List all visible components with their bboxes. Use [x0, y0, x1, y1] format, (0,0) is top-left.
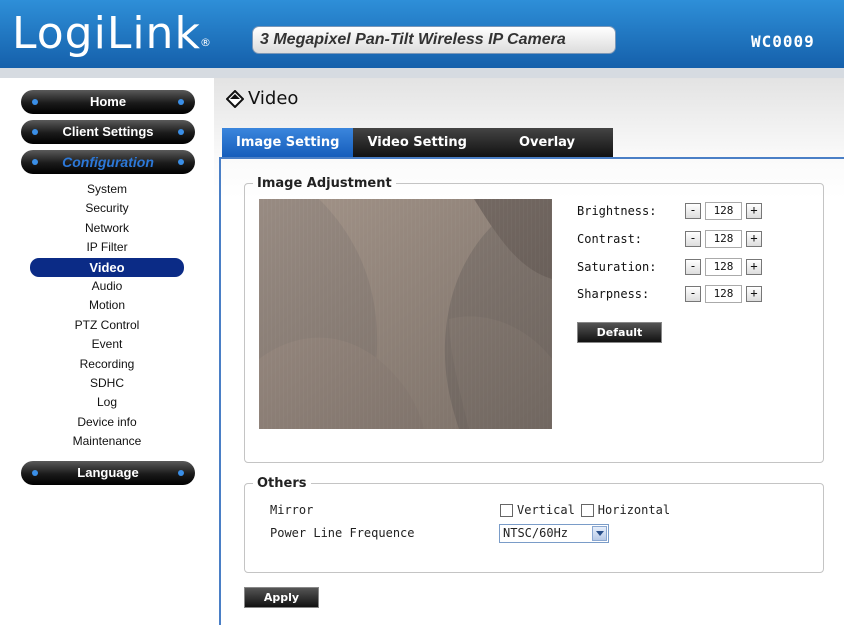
main-content: Video Image Setting Video Setting Overla… [214, 78, 844, 625]
sidebar-item-network[interactable]: Network [0, 219, 214, 238]
tab-underline [219, 157, 844, 159]
others-legend: Others [257, 476, 307, 491]
power-line-frequency-value: NTSC/60Hz [503, 526, 569, 540]
nav-home-label: Home [89, 94, 127, 109]
nav-client-settings-button[interactable]: Client Settings [21, 120, 195, 144]
page-title-text: Video [248, 88, 299, 109]
bullet-icon [32, 129, 38, 135]
brightness-row: Brightness: - 128 + [577, 201, 762, 221]
sidebar-item-recording[interactable]: Recording [0, 355, 214, 374]
sidebar-item-security[interactable]: Security [0, 199, 214, 218]
sharpness-label: Sharpness: [577, 287, 650, 301]
page-title: Video [225, 88, 299, 109]
image-adjustment-legend: Image Adjustment [257, 176, 392, 191]
camera-preview-image [259, 199, 552, 429]
registered-mark: ® [200, 36, 211, 49]
sidebar-item-sdhc[interactable]: SDHC [0, 374, 214, 393]
bullet-icon [178, 129, 184, 135]
sidebar-item-system[interactable]: System [0, 180, 214, 199]
bullet-icon [32, 159, 38, 165]
nav-client-settings-label: Client Settings [62, 124, 154, 139]
horizontal-checkbox[interactable] [580, 503, 594, 517]
sidebar-item-video[interactable]: Video [30, 257, 184, 277]
saturation-increase-button[interactable]: + [746, 259, 762, 275]
saturation-decrease-button[interactable]: - [685, 259, 701, 275]
sidebar-item-ptz-control[interactable]: PTZ Control [0, 316, 214, 335]
bullet-icon [178, 159, 184, 165]
sidebar-item-event[interactable]: Event [0, 335, 214, 354]
tab-image-setting[interactable]: Image Setting [222, 128, 354, 157]
sharpness-row: Sharpness: - 128 + [577, 284, 762, 304]
sidebar-item-log[interactable]: Log [0, 393, 214, 412]
logilink-logo: LogiLink [12, 8, 201, 59]
contrast-increase-button[interactable]: + [746, 231, 762, 247]
product-name-box: 3 Megapixel Pan-Tilt Wireless IP Camera [252, 26, 616, 54]
brightness-label: Brightness: [577, 204, 657, 218]
vertical-checkbox[interactable] [500, 503, 513, 517]
mirror-label: Mirror [270, 503, 314, 517]
brightness-increase-button[interactable]: + [746, 203, 762, 219]
power-line-label: Power Line Frequence [270, 526, 415, 540]
saturation-value[interactable]: 128 [705, 258, 742, 276]
sidebar-item-ip-filter[interactable]: IP Filter [0, 238, 214, 257]
sharpness-decrease-button[interactable]: - [685, 286, 701, 302]
bullet-icon [178, 470, 184, 476]
horizontal-label: Horizontal [597, 503, 671, 517]
nav-configuration-label: Configuration [62, 154, 154, 170]
header-bar: LogiLink ® 3 Megapixel Pan-Tilt Wireless… [0, 0, 844, 68]
sharpness-value[interactable]: 128 [705, 285, 742, 303]
brightness-decrease-button[interactable]: - [685, 203, 701, 219]
tab-video-setting[interactable]: Video Setting [353, 128, 481, 157]
bullet-icon [178, 99, 184, 105]
content-left-border [219, 157, 221, 625]
saturation-row: Saturation: - 128 + [577, 257, 762, 277]
video-section-icon [225, 89, 245, 108]
brightness-value[interactable]: 128 [705, 202, 742, 220]
bullet-icon [32, 99, 38, 105]
sidebar: Home Client Settings Configuration Syste… [0, 78, 214, 625]
nav-home-button[interactable]: Home [21, 90, 195, 114]
settings-tabs: Image Setting Video Setting Overlay [222, 128, 613, 157]
sidebar-item-maintenance[interactable]: Maintenance [0, 432, 214, 451]
nav-language-label: Language [77, 465, 139, 480]
sharpness-increase-button[interactable]: + [746, 286, 762, 302]
contrast-row: Contrast: - 128 + [577, 229, 762, 249]
saturation-label: Saturation: [577, 260, 657, 274]
vertical-label: Vertical [517, 503, 575, 517]
bullet-icon [32, 470, 38, 476]
tab-overlay[interactable]: Overlay [480, 128, 613, 157]
sidebar-item-device-info[interactable]: Device info [0, 413, 214, 432]
contrast-value[interactable]: 128 [705, 230, 742, 248]
configuration-submenu: System Security Network IP Filter Video … [0, 180, 214, 451]
sidebar-item-motion[interactable]: Motion [0, 296, 214, 315]
nav-configuration-button[interactable]: Configuration [21, 150, 195, 174]
sidebar-item-audio[interactable]: Audio [0, 277, 214, 296]
contrast-decrease-button[interactable]: - [685, 231, 701, 247]
mirror-options: Vertical Horizontal [500, 503, 670, 517]
contrast-label: Contrast: [577, 232, 643, 246]
header-divider [0, 68, 844, 78]
nav-language-button[interactable]: Language [21, 461, 195, 485]
apply-button[interactable]: Apply [244, 587, 319, 608]
model-number: WC0009 [751, 32, 815, 51]
default-button[interactable]: Default [577, 322, 662, 343]
power-line-frequency-select[interactable]: NTSC/60Hz [499, 524, 609, 543]
chevron-down-icon[interactable] [592, 526, 607, 541]
